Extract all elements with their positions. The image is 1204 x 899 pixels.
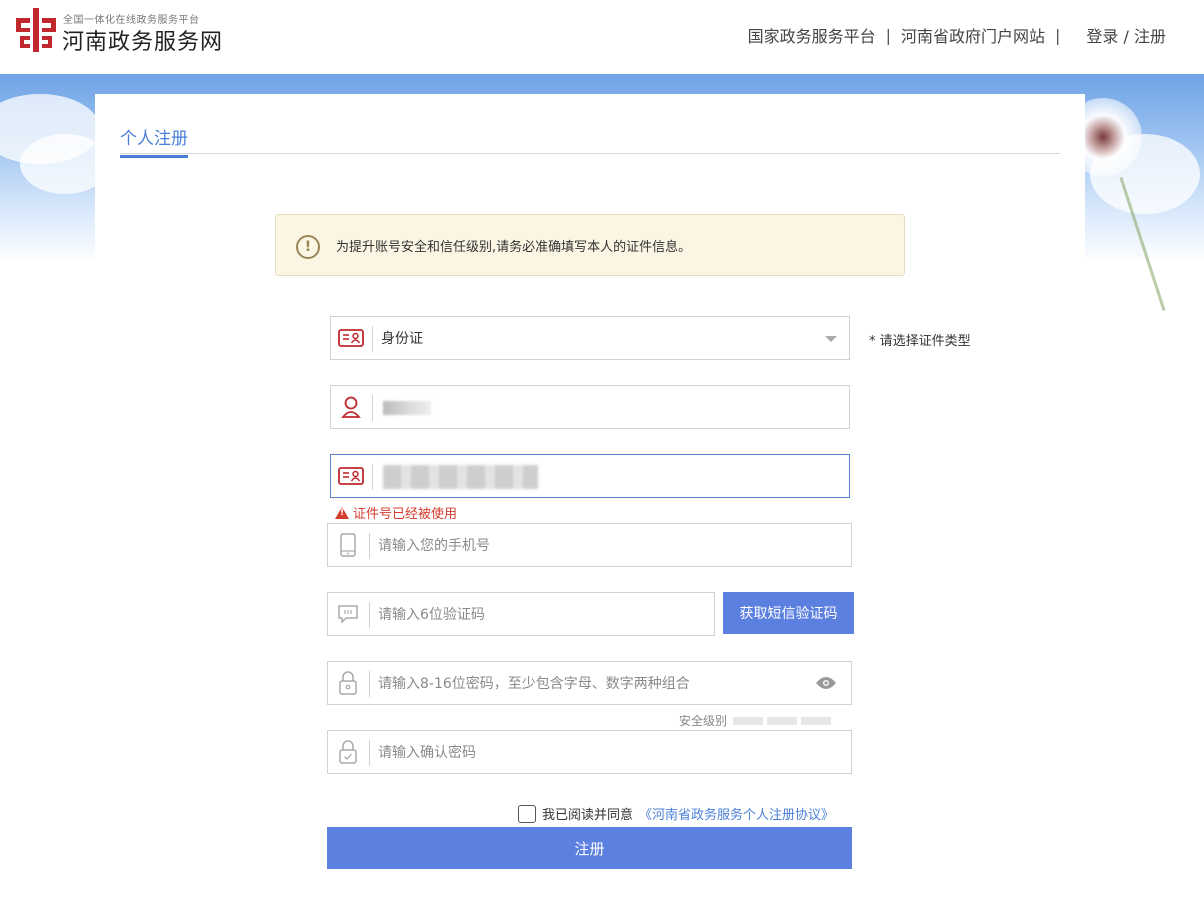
chevron-down-icon[interactable] [825,336,837,342]
agree-text: 我已阅读并同意 [542,808,634,823]
field-divider [372,395,373,421]
id-card-icon [331,455,371,497]
strength-bar [733,716,764,725]
field-divider [369,602,370,628]
agreement-link[interactable]: 《河南省政务服务个人注册协议》 [639,804,834,823]
logo-title[interactable]: 河南政务服务网 [62,24,223,56]
id-type-hint: * 请选择证件类型 [869,334,971,349]
id-type-select[interactable]: 身份证 [330,316,850,360]
id-card-icon [331,317,371,359]
message-icon [328,593,368,635]
name-value-redacted [383,401,431,415]
register-button[interactable]: 注册 [327,827,852,869]
tab-divider [120,153,1060,154]
agree-checkbox[interactable] [518,804,536,823]
security-notice: ! 为提升账号安全和信任级别,请务必准确填写本人的证件信息。 [275,214,905,276]
password-field[interactable]: 请输入8-16位密码，至少包含字母、数字两种组合 [327,661,852,705]
nav-separator: | [1055,25,1061,45]
password-strength: 安全级别 [679,712,832,729]
id-type-value: 身份证 [381,331,423,347]
name-field[interactable] [330,385,850,429]
sms-code-placeholder: 请输入6位验证码 [378,607,485,623]
field-divider [369,671,370,697]
id-error-text: 证件号已经被使用 [353,507,458,522]
nav-link-login-register[interactable]: 登录 / 注册 [1086,23,1166,47]
field-divider [369,533,370,559]
top-nav: 国家政务服务平台 | 河南省政府门户网站 | 登录 / 注册 [748,23,1166,47]
strength-label: 安全级别 [679,714,728,728]
id-number-value-redacted [383,465,538,489]
field-divider [372,464,373,490]
id-number-field[interactable] [330,454,850,498]
strength-bar [801,716,832,725]
confirm-password-field[interactable]: 请输入确认密码 [327,730,852,774]
phone-field[interactable]: 请输入您的手机号 [327,523,852,567]
phone-placeholder: 请输入您的手机号 [378,538,490,554]
notice-text: 为提升账号安全和信任级别,请务必准确填写本人的证件信息。 [336,240,692,255]
lock-icon [328,662,368,704]
get-sms-code-button[interactable]: 获取短信验证码 [723,592,854,634]
logo-icon[interactable] [16,8,56,52]
agreement-row: 我已阅读并同意 《河南省政务服务个人注册协议》 [518,804,834,823]
registration-card: 个人注册 ! 为提升账号安全和信任级别,请务必准确填写本人的证件信息。 身份证 … [95,94,1085,899]
mobile-phone-icon [328,524,368,566]
field-divider [369,740,370,766]
sms-code-field[interactable]: 请输入6位验证码 [327,592,715,636]
site-header: 全国一体化在线政务服务平台 河南政务服务网 国家政务服务平台 | 河南省政府门户… [0,0,1204,74]
nav-link-national-platform[interactable]: 国家政务服务平台 [748,23,876,47]
lock-check-icon [328,731,368,773]
id-error-message: 证件号已经被使用 [335,503,457,522]
nav-separator: | [885,25,892,45]
warning-triangle-icon [335,506,349,519]
warning-circle-icon: ! [296,235,320,259]
confirm-password-placeholder: 请输入确认密码 [378,745,476,761]
nav-link-henan-portal[interactable]: 河南省政府门户网站 [901,23,1045,47]
field-divider [372,326,373,352]
eye-icon[interactable] [815,676,837,690]
strength-bar [767,716,798,725]
password-placeholder: 请输入8-16位密码，至少包含字母、数字两种组合 [378,676,690,692]
user-icon [331,386,371,428]
